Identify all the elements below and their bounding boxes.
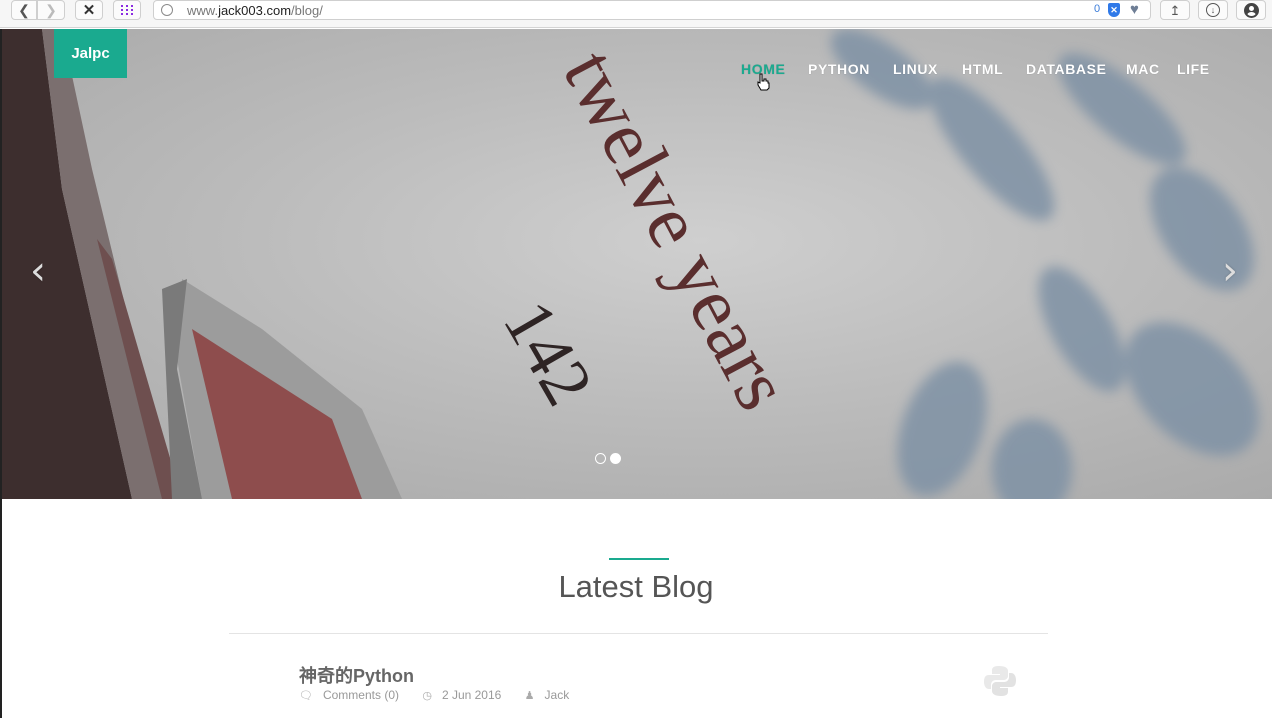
site-info-icon[interactable] [161,4,173,16]
nav-linux[interactable]: LINUX [893,61,938,77]
url-text[interactable]: www.jack003.com/blog/ [187,3,323,18]
carousel-slide-image: twelve years 142 [2,29,1259,499]
nav-database[interactable]: DATABASE [1026,61,1107,77]
hero-carousel: twelve years 142 Jalpc HOME PYTHON LINUX… [2,29,1272,499]
clock-icon: ◷ [422,690,432,702]
carousel-next-icon[interactable]: › [1222,251,1246,291]
address-bar[interactable]: www.jack003.com/blog/ 0 ✕ ♥ [153,0,1151,20]
forward-button[interactable]: ❯ [37,0,65,20]
post-meta: 🗨 Comments (0) ◷ 2 Jun 2016 ♟ Jack [299,688,589,702]
user-icon: ♟ [524,690,535,702]
profile-button[interactable] [1236,0,1266,20]
apps-button[interactable] [113,0,141,20]
carousel-dot-1[interactable] [595,453,606,464]
chevron-right-icon: ❯ [45,2,57,18]
carousel-prev-icon[interactable]: ‹ [30,251,54,291]
carousel-indicators [595,453,621,464]
comments-icon: 🗨 [299,690,313,702]
post-date: ◷ 2 Jun 2016 [422,688,502,702]
python-icon [984,666,1016,696]
post-comments[interactable]: 🗨 Comments (0) [299,688,409,702]
divider [229,633,1048,634]
section-accent-line [609,558,669,560]
main-nav: HOME PYTHON LINUX HTML DATABASE MAC LIFE [2,61,1272,81]
shield-icon[interactable]: ✕ [1108,3,1120,17]
hand-cursor-icon [757,73,770,91]
back-button[interactable]: ❮ [11,0,37,20]
grid-icon [121,5,133,15]
close-icon: ✕ [82,1,96,19]
blocker-count: 0 [1094,3,1101,15]
nav-python[interactable]: PYTHON [808,61,870,77]
nav-life[interactable]: LIFE [1177,61,1210,77]
share-icon: ↥ [1169,2,1181,18]
download-icon: ↓ [1206,3,1220,17]
carousel-dot-2[interactable] [610,453,621,464]
heart-icon[interactable]: ♥ [1130,1,1139,18]
downloads-button[interactable]: ↓ [1198,0,1228,20]
nav-html[interactable]: HTML [962,61,1003,77]
nav-mac[interactable]: MAC [1126,61,1160,77]
slide-text-number: 142 [488,289,607,418]
user-icon [1243,2,1259,18]
section-title: Latest Blog [558,569,714,604]
share-button[interactable]: ↥ [1160,0,1190,20]
stop-loading-button[interactable]: ✕ [75,0,103,20]
chevron-left-icon: ❮ [18,2,30,18]
post-title-link[interactable]: 神奇的Python [299,662,414,688]
browser-toolbar: ❮ ❯ ✕ www.jack003.com/blog/ 0 ✕ ♥ ↥ ↓ [0,0,1272,28]
post-author: ♟ Jack [524,688,570,702]
